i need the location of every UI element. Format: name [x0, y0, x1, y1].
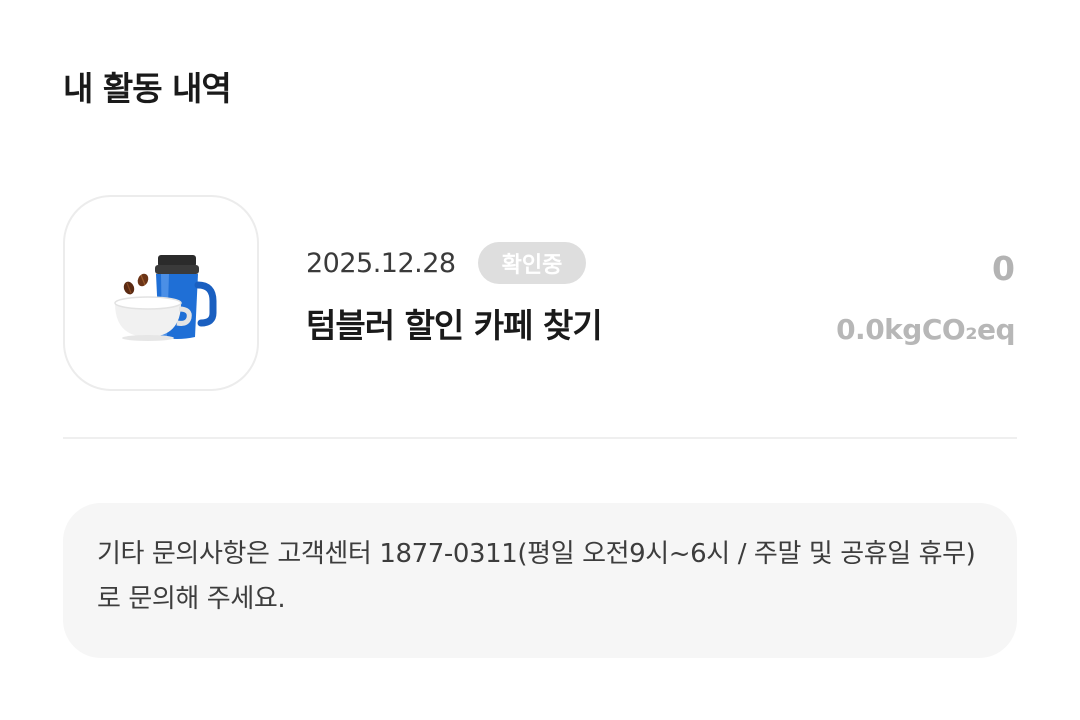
activity-title: 텀블러 할인 카페 찾기 — [306, 306, 603, 345]
activity-meta: 2025.12.28 확인중 — [306, 241, 587, 285]
customer-service-notice: 기타 문의사항은 고객센터 1877-0311(평일 오전9시~6시 / 주말 … — [63, 503, 1017, 658]
status-badge: 확인중 — [477, 242, 587, 284]
tumbler-coffee-icon — [114, 255, 217, 341]
section-title: 내 활동 내역 — [63, 69, 232, 108]
activity-points: 0 — [992, 249, 1015, 288]
divider — [63, 437, 1017, 439]
notice-text: 기타 문의사항은 고객센터 1877-0311(평일 오전9시~6시 / 주말 … — [97, 539, 976, 614]
activity-history-page: 내 활동 내역 2025.12.28 확인중 텀블러 할인 카페 찾기 0 0.… — [0, 0, 1080, 720]
activity-date: 2025.12.28 — [306, 247, 456, 279]
activity-thumbnail — [63, 195, 259, 391]
carbon-reduction: 0.0kgCO₂eq — [836, 313, 1015, 346]
activity-item[interactable]: 2025.12.28 확인중 텀블러 할인 카페 찾기 0 0.0kgCO₂eq — [63, 195, 1017, 395]
